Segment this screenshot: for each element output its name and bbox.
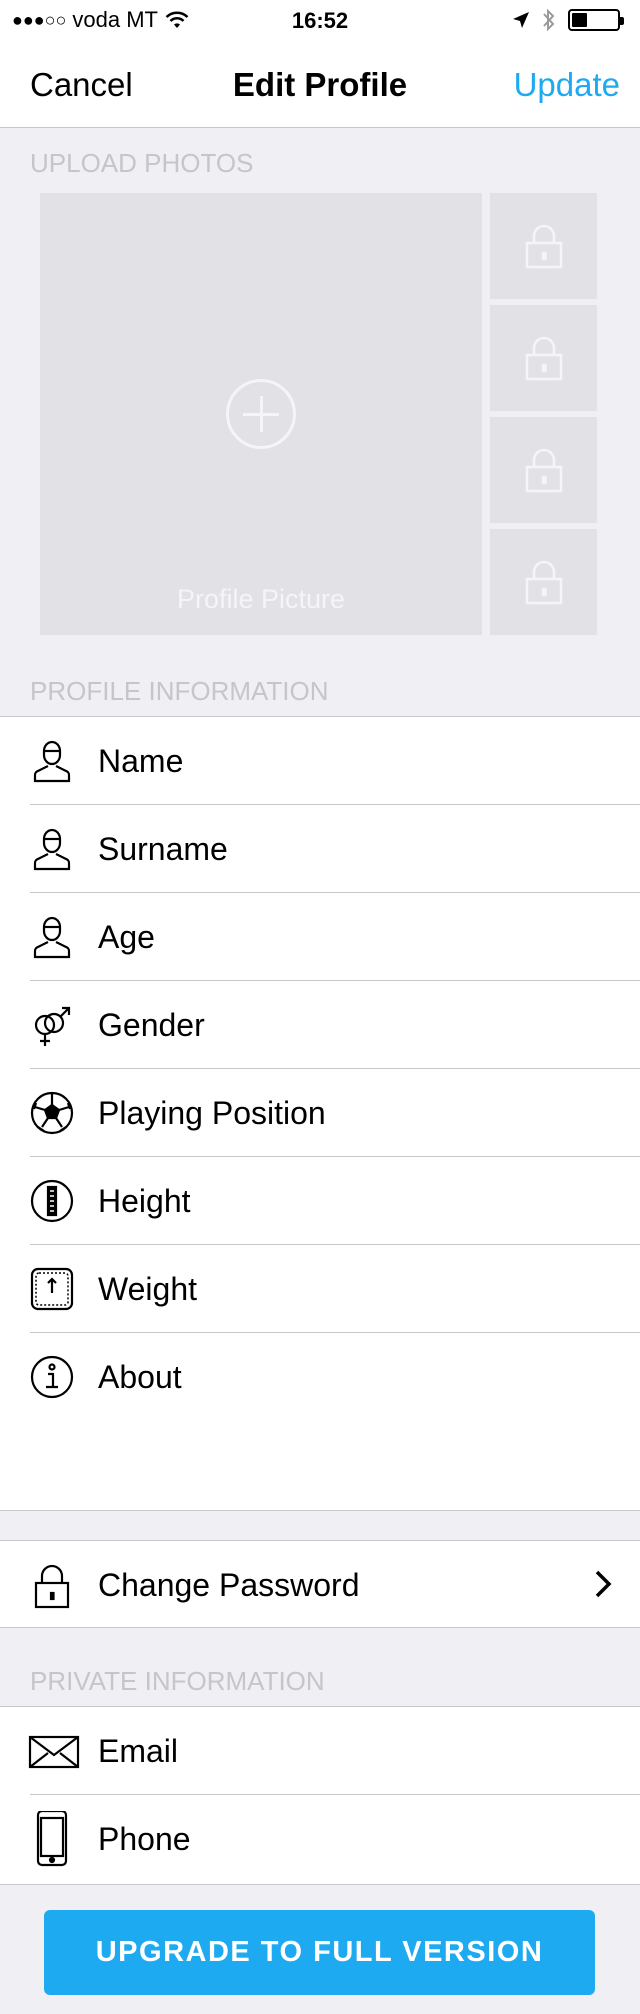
private-information-list: Email Phone [0, 1706, 640, 1885]
profile-row-surname-label: Surname [98, 831, 228, 867]
profile-row-weight[interactable]: Weight [0, 1245, 640, 1333]
locked-photo-slot[interactable] [490, 529, 597, 635]
profile-row-height-label: Height [98, 1183, 191, 1219]
profile-row-surname[interactable]: Surname [0, 805, 640, 893]
location-arrow-icon [513, 12, 529, 28]
private-row-email-label: Email [98, 1733, 179, 1769]
profile-information-header: PROFILE INFORMATION [30, 676, 329, 706]
locked-photo-slot[interactable] [490, 193, 597, 299]
update-button[interactable]: Update [514, 66, 620, 104]
person-icon [28, 913, 76, 961]
lock-icon [28, 1561, 76, 1609]
profile-picture-upload[interactable]: Profile Picture [40, 193, 482, 635]
padlock-icon [525, 560, 563, 605]
change-password-row-label: Change Password [98, 1567, 360, 1603]
profile-picture-caption: Profile Picture [176, 584, 346, 614]
profile-row-gender-label: Gender [98, 1007, 205, 1043]
profile-row-about[interactable]: About [0, 1333, 640, 1421]
upload-photos-header: UPLOAD PHOTOS [30, 148, 254, 178]
padlock-icon [525, 224, 563, 269]
scale-icon [28, 1265, 76, 1313]
navigation-bar: Cancel Edit Profile Update [0, 42, 640, 128]
locked-photo-slot[interactable] [490, 417, 597, 523]
info-icon [28, 1353, 76, 1401]
cancel-button[interactable]: Cancel [30, 66, 133, 104]
battery-fill [572, 13, 588, 27]
change-password-row[interactable]: Change Password [0, 1541, 640, 1629]
profile-row-age[interactable]: Age [0, 893, 640, 981]
chevron-right-icon [594, 1569, 612, 1604]
profile-row-height[interactable]: Height [0, 1157, 640, 1245]
gender-icon [28, 1001, 76, 1049]
profile-information-list: Name Surname Age Gender Playing Position Heig… [0, 716, 640, 1511]
private-row-email[interactable]: Email [0, 1707, 640, 1795]
private-row-phone[interactable]: Phone [0, 1795, 640, 1883]
soccer-ball-icon [28, 1089, 76, 1137]
bluetooth-icon [543, 8, 555, 32]
phone-icon [28, 1809, 76, 1867]
profile-row-about-label: About [98, 1359, 182, 1395]
profile-row-playing-position-label: Playing Position [98, 1095, 326, 1131]
private-row-phone-label: Phone [98, 1821, 191, 1857]
envelope-icon [28, 1727, 80, 1775]
person-icon [28, 825, 76, 873]
profile-row-weight-label: Weight [98, 1271, 198, 1307]
add-photo-icon [226, 379, 296, 449]
padlock-icon [525, 336, 563, 381]
profile-row-name[interactable]: Name [0, 717, 640, 805]
private-information-header: PRIVATE INFORMATION [30, 1666, 325, 1696]
person-icon [28, 737, 76, 785]
locked-photo-slot[interactable] [490, 305, 597, 411]
change-password-section: Change Password [0, 1540, 640, 1628]
profile-row-gender[interactable]: Gender [0, 981, 640, 1069]
padlock-icon [525, 448, 563, 493]
profile-row-name-label: Name [98, 743, 184, 779]
ruler-icon [28, 1177, 76, 1225]
profile-row-age-label: Age [98, 919, 155, 955]
profile-row-playing-position[interactable]: Playing Position [0, 1069, 640, 1157]
battery-icon [568, 9, 624, 31]
upgrade-button[interactable]: UPGRADE TO FULL VERSION [44, 1910, 595, 1995]
status-right [512, 8, 624, 32]
status-bar: ●●●○○ voda MT 16:52 [0, 0, 640, 42]
